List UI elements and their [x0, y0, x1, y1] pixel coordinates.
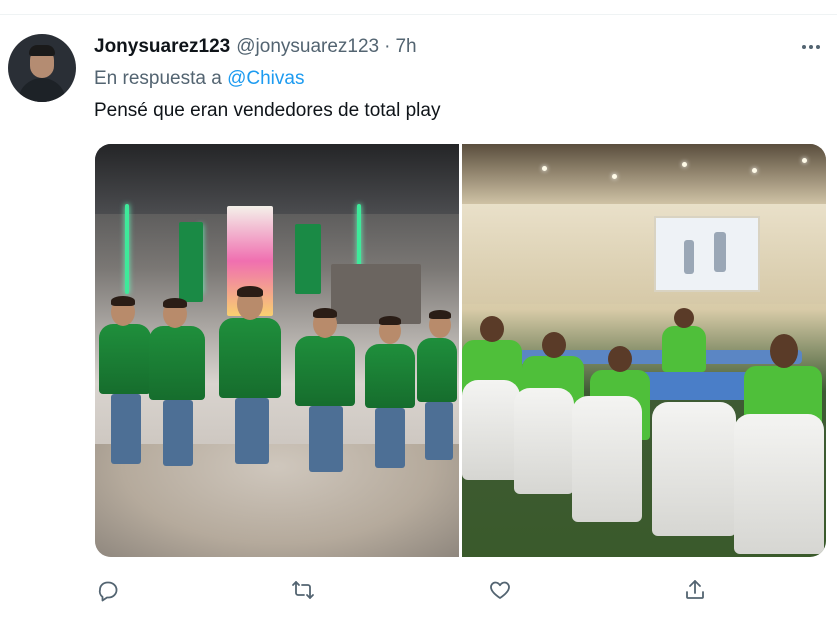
ceiling-light [682, 162, 687, 167]
top-divider [0, 14, 837, 15]
chair [462, 380, 520, 480]
ceiling-light [542, 166, 547, 171]
media-grid [95, 144, 826, 557]
tweet-header: Jonysuarez123 @jonysuarez123 · 7h [94, 35, 417, 59]
more-dot [809, 45, 813, 49]
like-icon[interactable] [480, 570, 520, 610]
store-ceiling [95, 144, 459, 214]
avatar-hair [29, 45, 55, 56]
room-wall [462, 204, 826, 304]
chair [734, 414, 824, 554]
chair [572, 396, 642, 522]
store-shelf [331, 264, 421, 324]
ceiling-light [612, 174, 617, 179]
store-banner [295, 224, 321, 294]
ceiling-light [802, 158, 807, 163]
reply-icon[interactable] [88, 570, 128, 610]
projector-screen [654, 216, 760, 292]
tweet-actions [0, 570, 837, 610]
avatar-shoulders [18, 78, 66, 102]
chair [652, 402, 736, 536]
reply-mention-link[interactable]: @Chivas [227, 68, 304, 89]
chair [514, 388, 574, 494]
more-dot [816, 45, 820, 49]
store-banner [179, 222, 203, 302]
author-name[interactable]: Jonysuarez123 [94, 36, 230, 58]
reply-prefix: En respuesta a [94, 68, 222, 89]
green-light [125, 204, 129, 294]
room-ceiling [462, 144, 826, 204]
ceiling-light [752, 168, 757, 173]
tweet-text: Pensé que eran vendedores de total play [94, 100, 441, 121]
author-handle[interactable]: @jonysuarez123 [236, 36, 379, 58]
retweet-icon[interactable] [283, 570, 323, 610]
timestamp[interactable]: 7h [395, 36, 416, 58]
more-dot [802, 45, 806, 49]
avatar[interactable] [8, 34, 76, 102]
more-options-icon[interactable] [796, 34, 826, 60]
photo-conference-room[interactable] [462, 144, 826, 557]
separator-dot: · [384, 36, 391, 57]
share-icon[interactable] [675, 570, 715, 610]
reply-context: En respuesta a @Chivas [94, 68, 304, 90]
photo-players-store[interactable] [95, 144, 459, 557]
